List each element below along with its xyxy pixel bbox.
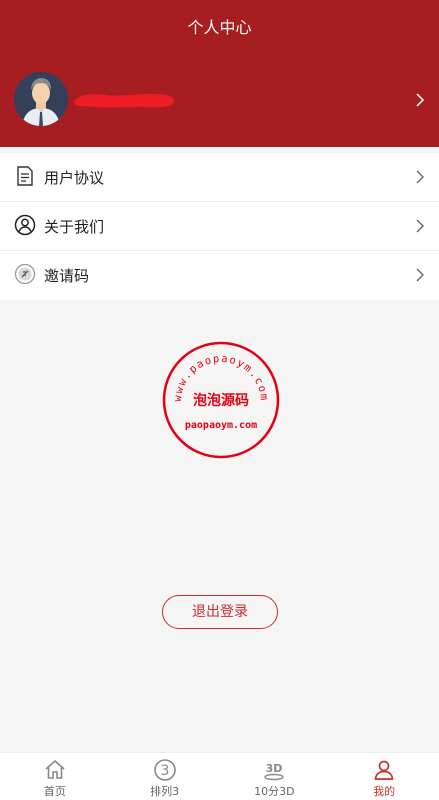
tab-label: 我的 (373, 785, 396, 798)
svg-text:3D: 3D (266, 762, 283, 775)
menu-item-label: 用户协议 (44, 169, 105, 187)
circle-3-icon: 3 (153, 758, 177, 782)
profile-row[interactable] (0, 72, 439, 130)
menu-item-user-agreement[interactable]: 用户协议 (0, 153, 439, 202)
menu-item-label: 关于我们 (44, 218, 105, 236)
tab-10min-3d[interactable]: 3D 10分3D (220, 753, 330, 800)
tab-mine[interactable]: 我的 (329, 753, 439, 800)
svg-text:3: 3 (160, 763, 169, 779)
chevron-right-icon (415, 169, 425, 185)
home-icon (43, 758, 67, 782)
username-redacted (72, 90, 176, 110)
user-circle-icon (14, 214, 36, 236)
header: 个人中心 (0, 0, 439, 147)
user-icon (372, 758, 396, 782)
menu-item-label: 邀请码 (44, 267, 90, 285)
tab-home[interactable]: 首页 (0, 753, 110, 800)
3d-icon: 3D (262, 758, 286, 782)
watermark-center-text: 泡泡源码 (193, 392, 249, 409)
watermark-stamp: www.paopaoym.com 泡泡源码 paopaoym.com (161, 340, 281, 460)
avatar[interactable] (14, 72, 68, 126)
menu-item-invite-code[interactable]: 邀请码 (0, 251, 439, 300)
menu-item-about-us[interactable]: 关于我们 (0, 202, 439, 251)
tab-label: 首页 (43, 785, 66, 798)
chevron-right-icon (415, 92, 425, 108)
watermark-bottom-text: paopaoym.com (185, 420, 257, 431)
chevron-right-icon (415, 267, 425, 283)
chevron-right-icon (415, 218, 425, 234)
bottom-tab-bar: 首页 3 排列3 3D 10分3D 我的 (0, 752, 439, 800)
logout-button[interactable]: 退出登录 (162, 595, 278, 629)
page-title: 个人中心 (187, 18, 252, 37)
document-icon (14, 165, 36, 187)
settings-menu: 用户协议 关于我们 邀请码 (0, 153, 439, 300)
tab-pailie3[interactable]: 3 排列3 (110, 753, 220, 800)
tab-label: 10分3D (254, 785, 295, 798)
tab-label: 排列3 (150, 785, 180, 798)
invite-code-icon (14, 263, 36, 285)
